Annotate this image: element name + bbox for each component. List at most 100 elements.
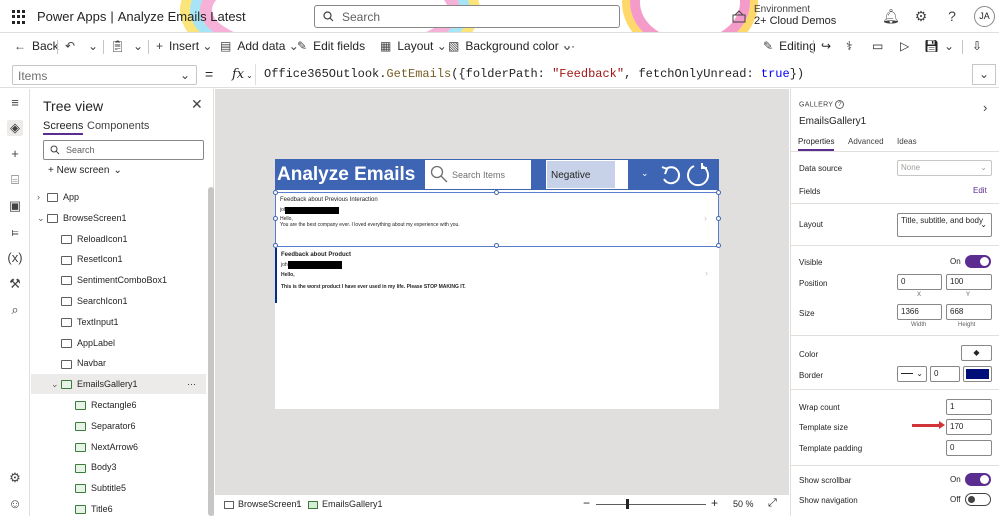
next-arrow-icon[interactable]: › (705, 268, 708, 278)
environment-name[interactable]: 2+ Cloud Demos (754, 15, 836, 27)
zoom-in-button[interactable]: + (711, 496, 718, 510)
navbar[interactable]: Analyze Emails Search Items Negative ⌄ (275, 159, 719, 190)
resize-handle[interactable] (273, 216, 278, 221)
color-picker[interactable]: ◆ (961, 345, 992, 361)
visible-toggle[interactable] (965, 255, 991, 268)
tab-ideas[interactable]: Ideas (897, 137, 917, 146)
reload-icon[interactable] (685, 162, 711, 188)
gallery-row[interactable]: Feedback about Product joh Hello, This i… (275, 248, 719, 303)
gear-icon[interactable]: ⚙ (913, 8, 929, 24)
preview-play-icon[interactable]: ▷ (900, 34, 909, 59)
app-launcher-icon[interactable] (12, 10, 26, 24)
app-checker-icon[interactable]: ⚕ (846, 34, 853, 59)
border-width-input[interactable]: 0 (930, 366, 960, 382)
settings-gear-icon[interactable]: ⚙ (7, 470, 23, 486)
zoom-out-button[interactable]: − (583, 496, 590, 510)
chevron-right-icon[interactable]: › (983, 100, 987, 115)
tree-item[interactable]: Rectangle6 (31, 395, 206, 415)
back-button[interactable]: ← Back (14, 34, 59, 59)
control-name[interactable]: EmailsGallery1 (799, 116, 866, 127)
comments-icon[interactable]: ▭ (872, 34, 883, 59)
variables-icon[interactable]: (x) (7, 250, 23, 266)
tree-item[interactable]: ReloadIcon1 (31, 229, 206, 249)
layout-button[interactable]: ▦ Layout ⌄ (380, 34, 453, 59)
position-x-input[interactable]: 0 (897, 274, 942, 290)
bell-icon[interactable]: 🔔︎ (882, 8, 900, 24)
position-y-input[interactable]: 100 (946, 274, 992, 290)
virtual-agent-icon[interactable]: ☺ (7, 496, 23, 512)
search-text-input[interactable]: Search Items (425, 160, 531, 189)
tree-search-input[interactable]: Search (43, 140, 204, 160)
chevron-down-icon[interactable]: ⌄ (641, 168, 649, 179)
tree-item[interactable]: SentimentComboBox1 (31, 270, 206, 290)
resize-handle[interactable] (716, 216, 721, 221)
show-scrollbar-toggle[interactable] (965, 473, 991, 486)
more-options-button[interactable]: ··· (187, 374, 196, 394)
paste-menu-button[interactable]: ⌄ (133, 34, 149, 59)
tab-properties[interactable]: Properties (798, 137, 835, 151)
hamburger-menu-icon[interactable]: ≡ (7, 95, 23, 111)
paste-button[interactable]: 📋︎ (110, 34, 131, 59)
resize-handle[interactable] (716, 190, 721, 195)
search-icon[interactable] (430, 165, 448, 183)
sentiment-combobox[interactable]: Negative (546, 160, 628, 189)
formula-input[interactable]: Office365Outlook.GetEmails({folderPath: … (264, 67, 804, 81)
formula-expand-button[interactable]: ⌄ (972, 64, 996, 85)
tree-item[interactable]: AppLabel (31, 333, 206, 353)
wrap-count-input[interactable]: 1 (946, 399, 992, 415)
insert-plus-icon[interactable]: + (7, 146, 23, 162)
tree-item[interactable]: ⌄ EmailsGallery1 ··· (31, 374, 206, 395)
expand-chevron-icon[interactable]: › (37, 187, 47, 207)
help-icon[interactable]: ? (835, 100, 845, 109)
tab-advanced[interactable]: Advanced (848, 137, 884, 146)
tab-screens[interactable]: Screens (43, 120, 84, 135)
gallery-row[interactable]: Feedback about Previous Interaction joh … (275, 192, 719, 247)
add-data-button[interactable]: ▤ Add data ⌄ (220, 34, 305, 59)
search-icon[interactable]: ⌕ (7, 302, 23, 318)
insert-button[interactable]: + Insert ⌄ (156, 34, 218, 59)
save-menu-button[interactable]: ⌄ (944, 34, 960, 59)
resize-handle[interactable] (716, 243, 721, 248)
app-screen[interactable]: Analyze Emails Search Items Negative ⌄ F… (275, 159, 719, 409)
show-navigation-toggle[interactable] (965, 493, 991, 506)
new-screen-button[interactable]: + New screen ⌄ (48, 165, 122, 176)
tree-item[interactable]: Body3 (31, 457, 206, 477)
editing-mode-button[interactable]: ✎ Editing (763, 34, 816, 59)
tree-item[interactable]: Title6 (31, 499, 206, 519)
layout-dropdown[interactable]: Title, subtitle, and body ⌄ (897, 213, 992, 237)
app-label[interactable]: Analyze Emails (277, 164, 415, 186)
avatar[interactable]: JA (974, 6, 995, 27)
tree-item[interactable]: TextInput1 (31, 312, 206, 332)
undo-menu-button[interactable]: ⌄ (88, 34, 104, 59)
tree-item[interactable]: Navbar (31, 353, 206, 373)
fit-to-window-icon[interactable]: ⤢ (768, 497, 777, 510)
background-color-button[interactable]: ▧ Background color ⌄ (448, 34, 578, 59)
reset-icon[interactable] (659, 163, 683, 187)
tree-view-layers-icon[interactable]: ◈ (7, 120, 23, 136)
width-input[interactable]: 1366 (897, 304, 942, 320)
border-style-dropdown[interactable]: ⌄ (897, 366, 927, 382)
data-cylinder-icon[interactable]: ⌸ (7, 172, 23, 188)
breadcrumb-control[interactable]: EmailsGallery1 (308, 499, 383, 509)
zoom-slider[interactable] (596, 504, 706, 505)
resize-handle[interactable] (273, 243, 278, 248)
share-icon[interactable]: ↪ (821, 34, 831, 59)
expand-chevron-icon[interactable]: ⌄ (51, 374, 61, 394)
undo-button[interactable]: ↶ (65, 34, 81, 59)
border-color-picker[interactable] (963, 366, 992, 382)
tree-item[interactable]: Separator6 (31, 416, 206, 436)
template-size-input[interactable]: 170 (946, 419, 992, 435)
tab-components[interactable]: Components (87, 120, 149, 132)
breadcrumb-screen[interactable]: BrowseScreen1 (224, 499, 302, 509)
tools-icon[interactable]: ⚒ (7, 276, 23, 292)
tree-item[interactable]: NextArrow6 (31, 437, 206, 457)
publish-icon[interactable]: ⇩ (972, 34, 982, 59)
resize-handle[interactable] (273, 190, 278, 195)
save-icon[interactable]: 💾︎ (924, 34, 939, 59)
tree-item[interactable]: ResetIcon1 (31, 249, 206, 269)
edit-fields-button[interactable]: ✎ Edit fields (297, 34, 365, 59)
property-selector[interactable]: Items ⌄ (12, 65, 197, 85)
height-input[interactable]: 668 (946, 304, 992, 320)
tree-item[interactable]: SearchIcon1 (31, 291, 206, 311)
tree-item[interactable]: › App (31, 187, 206, 207)
